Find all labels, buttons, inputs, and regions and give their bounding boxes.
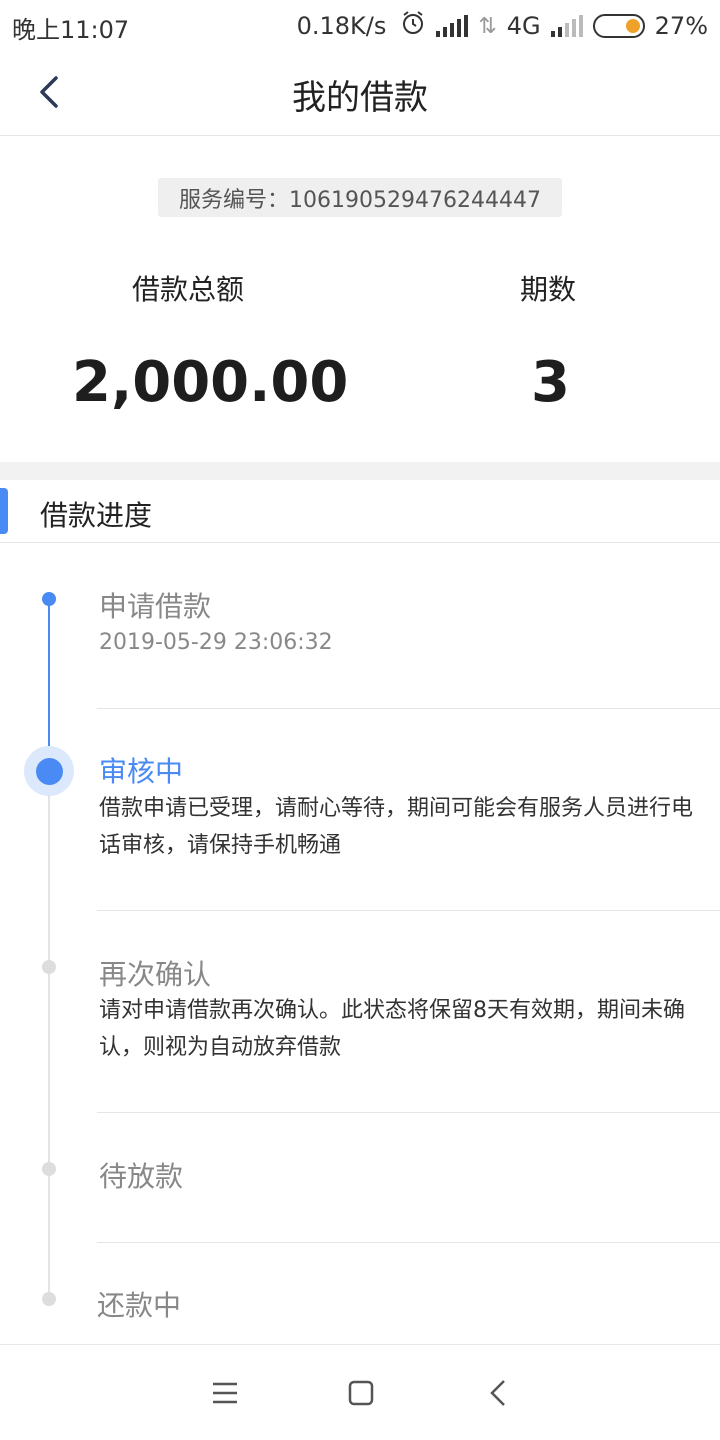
network-type: 4G bbox=[506, 12, 541, 40]
step-title: 还款中 bbox=[97, 1289, 182, 1322]
timeline-line-pending bbox=[48, 770, 50, 1300]
section-accent-bar bbox=[0, 488, 8, 534]
step-separator bbox=[97, 1112, 720, 1113]
home-button[interactable] bbox=[343, 1375, 379, 1411]
step-time: 2019-05-29 23:06:32 bbox=[99, 630, 333, 655]
progress-title: 借款进度 bbox=[40, 499, 153, 532]
step-title: 再次确认 bbox=[99, 958, 212, 991]
timeline-dot-current bbox=[36, 758, 63, 785]
nav-header: 我的借款 bbox=[0, 50, 720, 136]
status-bar: 晚上11:07 0.18K/s ⇅ 4G 27% bbox=[0, 0, 720, 50]
menu-button[interactable] bbox=[207, 1375, 243, 1411]
progress-header: 借款进度 bbox=[0, 480, 720, 543]
home-square-icon bbox=[348, 1380, 374, 1406]
signal-icon bbox=[550, 15, 583, 37]
service-number: 服务编号：106190529476244447 bbox=[158, 178, 562, 217]
amount-value: 2,000.00 bbox=[72, 350, 349, 415]
step-title: 待放款 bbox=[99, 1160, 184, 1193]
step-separator bbox=[97, 708, 720, 709]
battery-percent: 27% bbox=[654, 12, 708, 40]
step-description: 借款申请已受理，请耐心等待，期间可能会有服务人员进行电话审核，请保持手机畅通 bbox=[99, 796, 694, 858]
system-nav-bar bbox=[0, 1344, 720, 1440]
status-right: 0.18K/s ⇅ 4G 27% bbox=[297, 10, 708, 42]
timeline-dot-pending bbox=[42, 960, 56, 974]
periods-value: 3 bbox=[531, 350, 570, 415]
battery-icon bbox=[592, 14, 645, 38]
step-title-current: 审核中 bbox=[99, 755, 184, 788]
back-triangle-icon bbox=[490, 1380, 505, 1406]
periods-label: 期数 bbox=[520, 273, 577, 306]
data-arrows-icon: ⇅ bbox=[478, 13, 497, 39]
step-separator bbox=[97, 1242, 720, 1243]
signal-icon bbox=[436, 15, 469, 37]
page-title: 我的借款 bbox=[292, 78, 428, 118]
timeline-dot-pending bbox=[42, 1162, 56, 1176]
status-time: 晚上11:07 bbox=[12, 16, 130, 44]
timeline-dot-pending bbox=[42, 1292, 56, 1306]
timeline-dot-done bbox=[42, 592, 56, 606]
timeline-line-done bbox=[48, 600, 50, 770]
menu-icon bbox=[213, 1382, 237, 1404]
step-title: 申请借款 bbox=[99, 590, 212, 623]
section-divider bbox=[0, 462, 720, 480]
step-description: 请对申请借款再次确认。此状态将保留8天有效期，期间未确认，则视为自动放弃借款 bbox=[99, 998, 685, 1060]
step-separator bbox=[97, 910, 720, 911]
alarm-icon bbox=[400, 10, 426, 42]
net-speed: 0.18K/s bbox=[296, 12, 387, 40]
system-back-button[interactable] bbox=[481, 1375, 517, 1411]
amount-label: 借款总额 bbox=[132, 273, 245, 306]
